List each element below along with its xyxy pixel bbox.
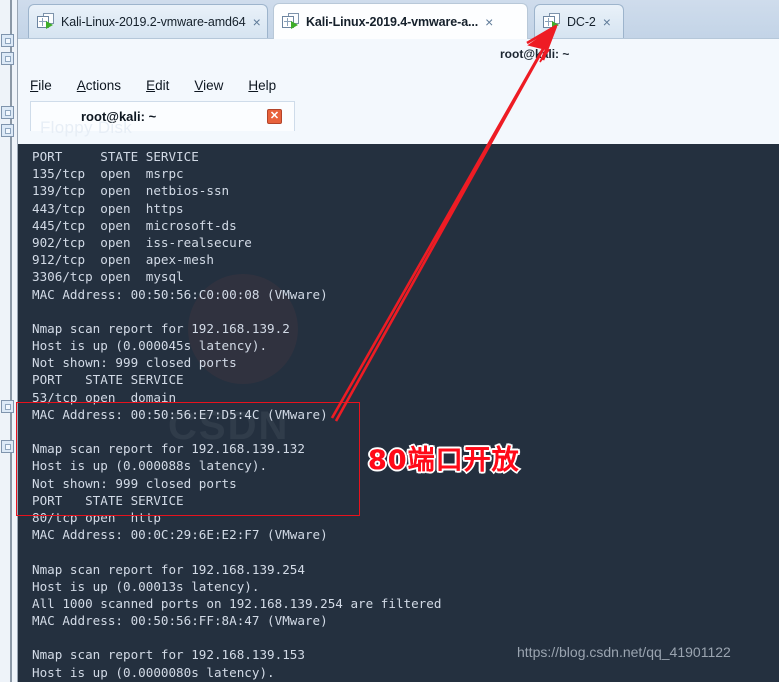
- terminal-line: 3306/tcp open mysql: [32, 269, 184, 285]
- menu-mnemonic: E: [146, 77, 156, 93]
- terminal-line: Nmap scan report for 192.168.139.2: [32, 320, 290, 336]
- menu-item-help[interactable]: Help: [248, 78, 276, 93]
- terminal-line: 443/tcp open https: [32, 200, 184, 216]
- floppy-disk-ghost-label: Floppy Disk: [40, 118, 133, 137]
- menu-mnemonic: A: [76, 77, 86, 93]
- terminal-line: Host is up (0.000045s latency).: [32, 338, 268, 354]
- menu-rest: dit: [155, 77, 170, 93]
- annotation-callout-text: 80端口开放: [368, 445, 520, 476]
- terminal-line: Not shown: 999 closed ports: [32, 475, 237, 491]
- terminal-line: MAC Address: 00:50:56:FF:8A:47 (VMware): [32, 613, 328, 629]
- terminal-line: 445/tcp open microsoft-ds: [32, 217, 237, 233]
- vm-icon: [282, 13, 301, 30]
- terminal-line: All 1000 scanned ports on 192.168.139.25…: [32, 595, 442, 611]
- host-window-sliver: [0, 0, 18, 682]
- terminal-line: 912/tcp open apex-mesh: [32, 252, 214, 268]
- terminal-line: Host is up (0.0000080s latency).: [32, 664, 275, 680]
- terminal-line: MAC Address: 00:50:56:C0:00:08 (VMware): [32, 286, 328, 302]
- vm-icon: [37, 13, 56, 30]
- terminal-line: Host is up (0.00013s latency).: [32, 578, 260, 594]
- sliver-stub-2: [1, 52, 14, 65]
- menu-item-view[interactable]: View: [194, 78, 223, 93]
- sliver-divider: [10, 0, 12, 682]
- sliver-stub-6: [1, 440, 14, 453]
- tab-kali-linux-2019-2[interactable]: Kali-Linux-2019.2-vmware-amd64 ×: [28, 4, 268, 38]
- vmware-workstation-window: Kali-Linux-2019.2-vmware-amd64 × Kali-Li…: [0, 0, 779, 682]
- menu-mnemonic: V: [194, 77, 204, 93]
- menu-item-file[interactable]: File: [30, 78, 52, 93]
- tab-dc-2[interactable]: DC-2 ×: [534, 4, 624, 38]
- watermark-url: https://blog.csdn.net/qq_41901122: [517, 644, 731, 660]
- sliver-stub-5: [1, 400, 14, 413]
- menu-item-edit[interactable]: Edit: [146, 78, 169, 93]
- terminal-line: 902/tcp open iss-realsecure: [32, 234, 252, 250]
- terminal-line: Not shown: 999 closed ports: [32, 355, 237, 371]
- sliver-stub-3: [1, 106, 14, 119]
- menu-mnemonic: H: [248, 77, 259, 93]
- menu-mnemonic: F: [30, 77, 39, 93]
- terminal-line: MAC Address: 00:0C:29:6E:E2:F7 (VMware): [32, 527, 328, 543]
- close-icon[interactable]: ×: [485, 15, 493, 29]
- menu-rest: ile: [38, 77, 52, 93]
- close-icon[interactable]: ×: [603, 15, 611, 29]
- menu-rest: ctions: [85, 77, 122, 93]
- terminal-line: PORT STATE SERVICE: [32, 492, 184, 508]
- terminal-line: 135/tcp open msrpc: [32, 166, 184, 182]
- vm-tab-strip: Kali-Linux-2019.2-vmware-amd64 × Kali-Li…: [18, 0, 779, 39]
- terminal-line: Nmap scan report for 192.168.139.153: [32, 647, 305, 663]
- window-chrome: root@kali: ~ File Actions Edit View Help…: [18, 38, 779, 144]
- terminal-line: 53/tcp open domain: [32, 389, 177, 405]
- terminal-line: 139/tcp open netbios-ssn: [32, 183, 230, 199]
- menu-rest: iew: [203, 77, 224, 93]
- tab-label: Kali-Linux-2019.2-vmware-amd64: [61, 14, 246, 29]
- menu-item-actions[interactable]: Actions: [77, 78, 121, 93]
- terminal-line: 80/tcp open http: [32, 509, 161, 525]
- sliver-stub-4: [1, 124, 14, 137]
- sliver-stub-1: [1, 34, 14, 47]
- vm-icon: [543, 13, 562, 30]
- guest-hostname-label: root@kali: ~: [500, 47, 570, 61]
- terminal-line: MAC Address: 00:50:56:E7:D5:4C (VMware): [32, 406, 328, 422]
- menu-bar: File Actions Edit View Help: [18, 69, 779, 101]
- close-icon[interactable]: ×: [253, 15, 261, 29]
- tab-kali-linux-2019-4[interactable]: Kali-Linux-2019.4-vmware-a... ×: [273, 3, 528, 39]
- tab-label: Kali-Linux-2019.4-vmware-a...: [306, 14, 479, 29]
- menu-rest: elp: [258, 77, 277, 93]
- terminal-line: PORT STATE SERVICE: [32, 149, 199, 164]
- terminal-output-area[interactable]: CSDN PORT STATE SERVICE 135/tcp open msrp…: [18, 144, 779, 682]
- terminal-line: Nmap scan report for 192.168.139.254: [32, 561, 305, 577]
- tab-label: DC-2: [567, 14, 596, 29]
- terminal-line: PORT STATE SERVICE: [32, 372, 184, 388]
- terminal-text: PORT STATE SERVICE 135/tcp open msrpc 139/…: [32, 148, 525, 682]
- close-icon[interactable]: ✕: [267, 109, 282, 124]
